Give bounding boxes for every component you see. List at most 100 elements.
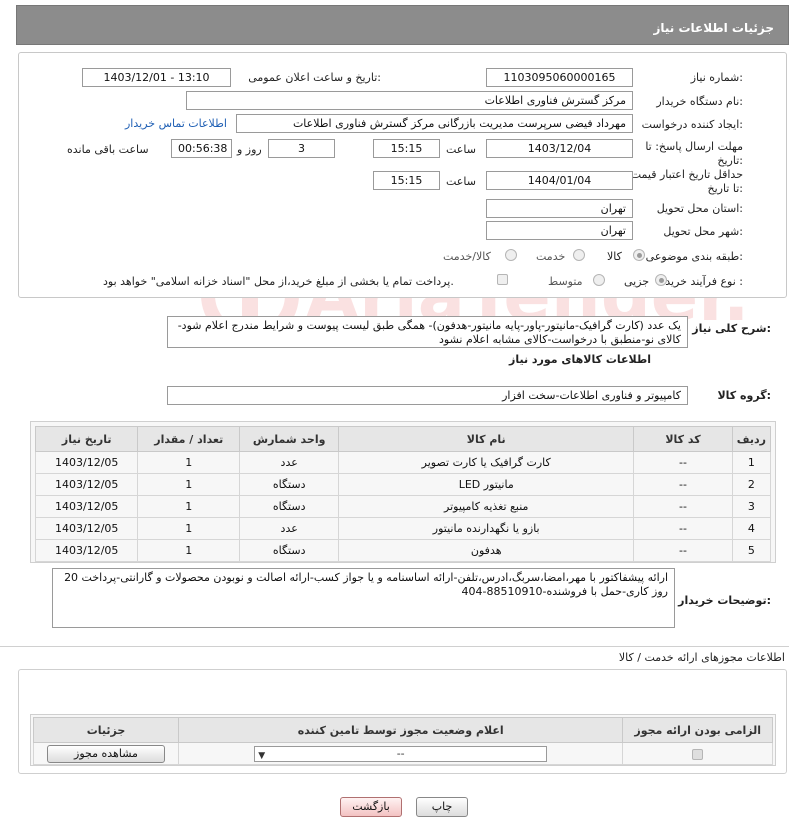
category-option-goods-service: کالا/خدمت [443,250,491,263]
cell-permit-details: مشاهده مجوز [33,742,179,765]
cell-code: -- [633,451,733,474]
cell-qty: 1 [137,495,241,518]
cell-qty: 1 [137,517,241,540]
goods-table-header: ردیف کد کالا نام کالا واحد شمارش تعداد /… [34,426,772,452]
payment-note: پرداخت تمام یا بخشی از مبلغ خرید،از محل … [103,275,454,288]
deadline-time-field: 15:15 [373,139,440,158]
cell-name: بازو یا نگهدارنده مانیتور [338,517,635,540]
days-label: روز و [237,143,262,156]
cell-row: 5 [731,539,772,562]
cell-qty: 1 [137,451,241,474]
col-qty: تعداد / مقدار [137,426,241,452]
cell-name: مانیتور LED [338,473,635,496]
city-label: شهر محل تحویل: [663,225,743,238]
remaining-label: ساعت باقی مانده [67,143,149,156]
category-radio-goods-service[interactable] [505,249,517,261]
permit-status-select[interactable]: -- ▼ [254,745,548,762]
cell-code: -- [633,473,733,496]
validity-date-field: 1404/01/04 [486,171,633,190]
deadline-label: مهلت ارسال پاسخ: تا تاریخ: [645,140,743,167]
col-permit-status: اعلام وضعیت مجوز توسط تامین کننده [177,717,624,743]
process-radio-medium[interactable] [593,274,605,286]
col-unit: واحد شمارش [239,426,340,452]
col-permit-required: الزامی بودن ارائه مجوز [622,717,773,743]
table-row: 5 -- هدفون دستگاه 1 1403/12/05 [34,539,772,562]
goods-group-field: کامپیوتر و فناوری اطلاعات-سخت افزار [167,386,688,405]
cell-unit: عدد [239,451,340,474]
buyer-notes-textarea: ارائه پیشفاکتور با مهر،امضا،سربگ،ادرس،تل… [52,568,675,628]
section-divider [0,646,789,647]
category-radio-goods[interactable] [633,249,645,261]
process-label: نوع فرآیند خرید : [665,275,743,288]
table-row: 2 -- مانیتور LED دستگاه 1 1403/12/05 [34,473,772,496]
cell-date: 1403/12/05 [34,495,139,518]
cell-qty: 1 [137,473,241,496]
print-button[interactable]: چاپ [416,797,468,817]
permits-table: الزامی بودن ارائه مجوز اعلام وضعیت مجوز … [33,717,773,765]
permit-required-checkbox[interactable] [692,748,704,760]
cell-permit-required [622,742,773,765]
cell-name: کارت گرافیک یا کارت تصویر [338,451,635,474]
province-field: تهران [486,199,633,218]
cell-name: منبع تغذیه کامپیوتر [338,495,635,518]
table-row: -- ▼ مشاهده مجوز [33,742,773,765]
cell-code: -- [633,495,733,518]
view-permit-button[interactable]: مشاهده مجوز [46,744,165,763]
requester-field: مهرداد فیضی سرپرست مدیریت بازرگانی مرکز … [236,114,633,133]
chevron-down-icon: ▼ [258,750,266,761]
col-name: نام کالا [338,426,635,452]
cell-code: -- [633,517,733,540]
cell-code: -- [633,539,733,562]
process-option-minor: جزیی [624,275,650,288]
permits-table-container: الزامی بودن ارائه مجوز اعلام وضعیت مجوز … [30,714,776,766]
announce-field: 1403/12/01 - 13:10 [82,68,231,87]
cell-unit: دستگاه [239,473,340,496]
validity-time-field: 15:15 [373,171,440,190]
permits-section-title: اطلاعات مجوزهای ارائه خدمت / کالا [618,651,785,664]
cell-date: 1403/12/05 [34,451,139,474]
goods-table-container: ردیف کد کالا نام کالا واحد شمارش تعداد /… [30,421,776,563]
goods-group-label: گروه کالا: [717,389,771,402]
permits-table-header: الزامی بودن ارائه مجوز اعلام وضعیت مجوز … [33,717,773,743]
remaining-time-field: 00:56:38 [171,139,232,158]
category-radio-service[interactable] [573,249,585,261]
cell-qty: 1 [137,539,241,562]
requester-label: ایجاد کننده درخواست: [641,118,743,131]
buyer-org-field: مرکز گسترش فناوری اطلاعات [186,91,633,110]
validity-label: حداقل تاریخ اعتبار قیمت: تا تاریخ: [627,168,743,195]
cell-row: 3 [731,495,772,518]
cell-name: هدفون [338,539,635,562]
cell-date: 1403/12/05 [34,539,139,562]
category-option-service: خدمت [536,250,566,263]
cell-permit-status: -- ▼ [177,742,624,765]
cell-row: 1 [731,451,772,474]
description-label: شرح کلی نیاز: [692,322,771,335]
city-field: تهران [486,221,633,240]
back-button[interactable]: بازگشت [340,797,402,817]
col-code: کد کالا [633,426,733,452]
table-row: 1 -- کارت گرافیک یا کارت تصویر عدد 1 140… [34,451,772,474]
col-permit-details: جزئیات [33,717,179,743]
cell-date: 1403/12/05 [34,473,139,496]
process-radio-minor[interactable] [655,274,667,286]
goods-table: ردیف کد کالا نام کالا واحد شمارش تعداد /… [34,426,772,562]
cell-date: 1403/12/05 [34,517,139,540]
table-row: 3 -- منبع تغذیه کامپیوتر دستگاه 1 1403/1… [34,495,772,518]
need-number-field: 1103095060000165 [486,68,633,87]
table-row: 4 -- بازو یا نگهدارنده مانیتور عدد 1 140… [34,517,772,540]
treasury-checkbox[interactable] [497,274,508,285]
buyer-org-label: نام دستگاه خریدار: [656,95,743,108]
cell-unit: دستگاه [239,495,340,518]
announce-label: تاریخ و ساعت اعلان عمومی: [248,71,381,84]
buyer-contact-link[interactable]: اطلاعات تماس خریدار [125,117,227,130]
province-label: استان محل تحویل: [656,202,743,215]
page-title: جزئیات اطلاعات نیاز [16,5,789,45]
need-number-label: شماره نیاز: [690,71,743,84]
col-date: تاریخ نیاز [34,426,139,452]
description-textarea: یک عدد (کارت گرافیک-مانیتور-پاور-پایه ما… [167,316,688,348]
cell-unit: دستگاه [239,539,340,562]
cell-row: 2 [731,473,772,496]
permit-status-value: -- [396,746,405,760]
deadline-time-label: ساعت [446,143,476,156]
cell-unit: عدد [239,517,340,540]
